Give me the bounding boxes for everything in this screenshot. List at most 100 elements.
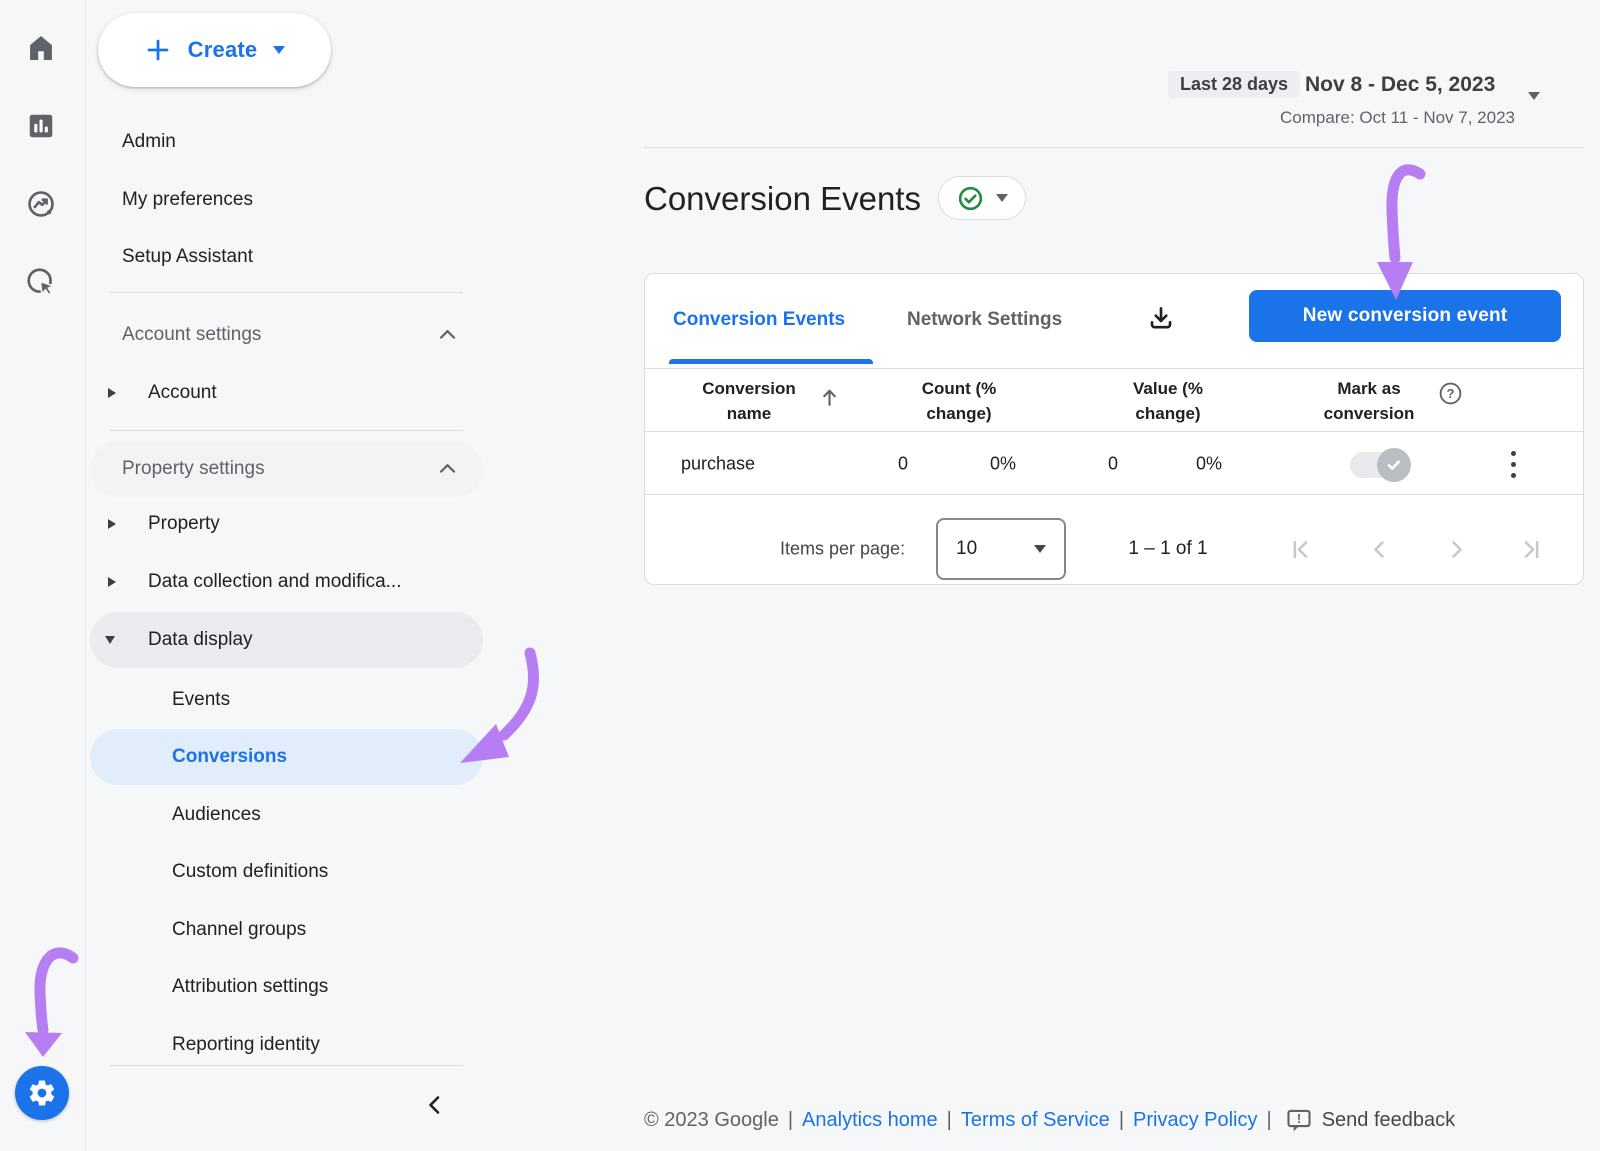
- row-value-change: 0%: [1196, 454, 1222, 475]
- toggle-thumb: [1377, 448, 1411, 482]
- title-status-dropdown[interactable]: [938, 176, 1026, 220]
- nav-item-audiences[interactable]: Audiences: [172, 804, 261, 826]
- check-icon: [1385, 456, 1403, 474]
- nav-item-events[interactable]: Events: [172, 689, 230, 711]
- tab-network-settings[interactable]: Network Settings: [907, 309, 1062, 331]
- nav-item-conversions[interactable]: Conversions: [172, 746, 287, 768]
- sort-ascending-icon[interactable]: [819, 387, 840, 408]
- reports-nav-button[interactable]: [19, 104, 63, 148]
- nav-item-admin[interactable]: Admin: [122, 131, 176, 153]
- footer-separator: |: [1267, 1109, 1272, 1132]
- green-check-icon: [957, 185, 984, 212]
- annotation-arrow-admin-gear: [12, 938, 84, 1064]
- col-header-mark-as-conversion[interactable]: Mark as conversion: [1299, 376, 1439, 426]
- footer: © 2023 Google | Analytics home | Terms o…: [644, 1106, 1455, 1134]
- nav-item-custom-definitions[interactable]: Custom definitions: [172, 861, 328, 883]
- next-page-button[interactable]: [1443, 536, 1470, 563]
- create-button-label: Create: [188, 37, 258, 63]
- collapse-down-icon[interactable]: [105, 636, 115, 644]
- feedback-bubble-icon: !: [1285, 1106, 1313, 1134]
- conversion-events-card: Conversion Events Network Settings New c…: [644, 273, 1584, 585]
- nav-item-my-preferences[interactable]: My preferences: [122, 189, 253, 211]
- nav-item-reporting-identity[interactable]: Reporting identity: [172, 1034, 320, 1056]
- page-title: Conversion Events: [644, 180, 921, 218]
- nav-item-attribution-settings[interactable]: Attribution settings: [172, 976, 328, 998]
- col-header-value[interactable]: Value (% change): [1103, 376, 1233, 426]
- advertising-icon: [25, 266, 57, 298]
- download-icon: [1146, 304, 1176, 334]
- section-property-settings[interactable]: Property settings: [122, 458, 265, 480]
- nav-item-property[interactable]: Property: [148, 513, 220, 535]
- nav-divider: [109, 292, 463, 293]
- home-icon: [25, 32, 57, 64]
- row-divider: [645, 494, 1583, 495]
- pagination-range: 1 – 1 of 1: [1128, 538, 1207, 560]
- explore-nav-button[interactable]: [19, 182, 63, 226]
- plus-icon: [144, 36, 172, 64]
- reports-icon: [26, 111, 56, 141]
- date-compare: Compare: Oct 11 - Nov 7, 2023: [1190, 108, 1515, 128]
- nav-divider: [109, 1065, 463, 1066]
- page-size-select[interactable]: 10: [936, 518, 1066, 580]
- mark-as-conversion-toggle[interactable]: [1350, 452, 1408, 478]
- advertising-nav-button[interactable]: [19, 260, 63, 304]
- nav-item-data-display[interactable]: Data display: [148, 629, 253, 651]
- ga4-admin-page: Create Admin My preferences Setup Assist…: [0, 0, 1600, 1151]
- first-page-button[interactable]: [1287, 536, 1314, 563]
- annotation-arrow-conversions: [452, 643, 547, 771]
- col-header-conversion-name[interactable]: Conversion name: [679, 376, 819, 426]
- header-divider: [644, 147, 1584, 148]
- footer-copyright: © 2023 Google: [644, 1109, 779, 1132]
- footer-link-analytics-home[interactable]: Analytics home: [802, 1109, 938, 1132]
- admin-gear-button[interactable]: [15, 1066, 69, 1120]
- expand-right-icon[interactable]: [108, 519, 116, 529]
- nav-item-setup-assistant[interactable]: Setup Assistant: [122, 246, 253, 268]
- footer-separator: |: [947, 1109, 952, 1132]
- home-nav-button[interactable]: [19, 26, 63, 70]
- new-conversion-event-label: New conversion event: [1303, 305, 1508, 327]
- header-row-divider: [645, 431, 1583, 432]
- chevron-up-icon[interactable]: [439, 463, 456, 474]
- page-size-value: 10: [956, 538, 977, 560]
- row-count-change: 0%: [990, 454, 1016, 475]
- row-value: 0: [1108, 454, 1118, 475]
- expand-right-icon[interactable]: [108, 388, 116, 398]
- footer-link-terms[interactable]: Terms of Service: [961, 1109, 1110, 1132]
- tabs-divider: [645, 368, 1583, 369]
- nav-divider: [109, 430, 463, 431]
- footer-separator: |: [1119, 1109, 1124, 1132]
- last-page-button[interactable]: [1518, 536, 1545, 563]
- chevron-down-icon: [273, 46, 285, 54]
- row-conversion-name: purchase: [681, 454, 755, 475]
- chevron-down-icon: [1034, 545, 1046, 553]
- create-button[interactable]: Create: [98, 13, 331, 87]
- footer-separator: |: [788, 1109, 793, 1132]
- footer-link-privacy[interactable]: Privacy Policy: [1133, 1109, 1257, 1132]
- download-button[interactable]: [1146, 304, 1176, 334]
- row-count: 0: [898, 454, 908, 475]
- settings-gear-icon: [27, 1078, 57, 1108]
- svg-text:!: !: [1297, 1111, 1301, 1126]
- nav-item-data-collection[interactable]: Data collection and modifica...: [148, 571, 401, 593]
- section-account-settings[interactable]: Account settings: [122, 324, 261, 346]
- help-icon[interactable]: ?: [1438, 381, 1463, 406]
- date-caret-icon[interactable]: [1528, 92, 1540, 100]
- rail-divider: [85, 0, 86, 1151]
- tab-conversion-events[interactable]: Conversion Events: [673, 309, 845, 331]
- expand-right-icon[interactable]: [108, 577, 116, 587]
- svg-text:?: ?: [1447, 386, 1455, 401]
- date-preset-chip[interactable]: Last 28 days: [1168, 71, 1300, 98]
- date-range[interactable]: Nov 8 - Dec 5, 2023: [1305, 73, 1495, 97]
- chevron-up-icon[interactable]: [439, 329, 456, 340]
- col-header-count[interactable]: Count (% change): [894, 376, 1024, 426]
- previous-page-button[interactable]: [1366, 536, 1393, 563]
- row-menu-button[interactable]: [1511, 451, 1516, 478]
- items-per-page-label: Items per page:: [780, 539, 905, 560]
- annotation-arrow-new-conversion: [1358, 158, 1438, 308]
- chevron-down-icon: [996, 194, 1008, 202]
- nav-item-account[interactable]: Account: [148, 382, 217, 404]
- nav-item-channel-groups[interactable]: Channel groups: [172, 919, 306, 941]
- collapse-sidebar-button[interactable]: [424, 1094, 446, 1116]
- send-feedback[interactable]: Send feedback: [1322, 1109, 1455, 1132]
- explore-icon: [25, 188, 57, 220]
